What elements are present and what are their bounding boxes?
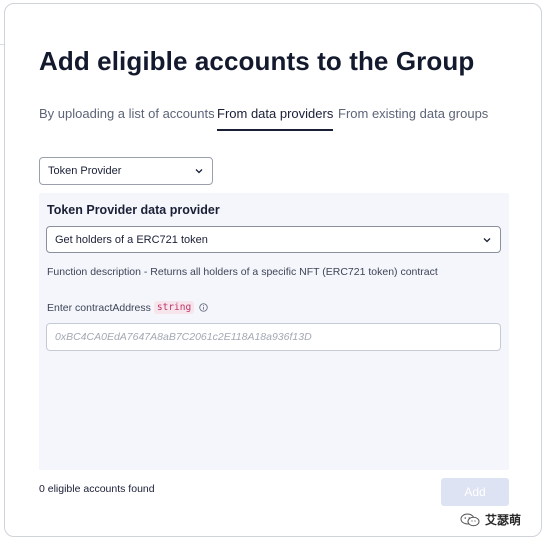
- modal-title: Add eligible accounts to the Group: [39, 46, 475, 76]
- chevron-down-icon: [195, 169, 203, 174]
- tab-existing-groups-label: From existing data groups: [338, 106, 489, 121]
- tab-data-providers[interactable]: From data providers: [217, 106, 334, 131]
- contract-address-input[interactable]: [46, 323, 501, 351]
- provider-select[interactable]: Token Provider: [39, 157, 213, 185]
- type-badge: string: [153, 301, 195, 314]
- tab-data-providers-label: From data providers: [217, 106, 334, 121]
- add-accounts-modal: Add eligible accounts to the Group By up…: [4, 3, 542, 537]
- contract-address-label-text: Enter contractAddress: [47, 301, 151, 314]
- add-button[interactable]: Add: [441, 478, 509, 506]
- provider-panel: Token Provider data provider Get holders…: [39, 193, 509, 470]
- function-select[interactable]: Get holders of a ERC721 token: [46, 226, 501, 253]
- active-tab-indicator: [217, 129, 334, 131]
- provider-select-value: Token Provider: [48, 165, 122, 177]
- panel-title: Token Provider data provider: [47, 203, 220, 217]
- function-description: Function description - Returns all holde…: [47, 266, 438, 278]
- info-icon[interactable]: [199, 303, 208, 312]
- contract-address-label: Enter contractAddress string: [47, 301, 208, 314]
- wechat-icon: [460, 513, 480, 526]
- function-select-value: Get holders of a ERC721 token: [55, 233, 208, 246]
- eligible-accounts-count: 0 eligible accounts found: [39, 483, 155, 495]
- tab-existing-groups[interactable]: From existing data groups: [338, 106, 488, 131]
- watermark: 艾瑟萌: [460, 511, 521, 528]
- tab-upload-list-label: By uploading a list of accounts: [39, 106, 215, 121]
- chevron-down-icon: [483, 237, 491, 242]
- source-tabs: By uploading a list of accounts From dat…: [39, 106, 519, 136]
- tab-upload-list[interactable]: By uploading a list of accounts: [39, 106, 215, 131]
- watermark-text: 艾瑟萌: [485, 513, 522, 527]
